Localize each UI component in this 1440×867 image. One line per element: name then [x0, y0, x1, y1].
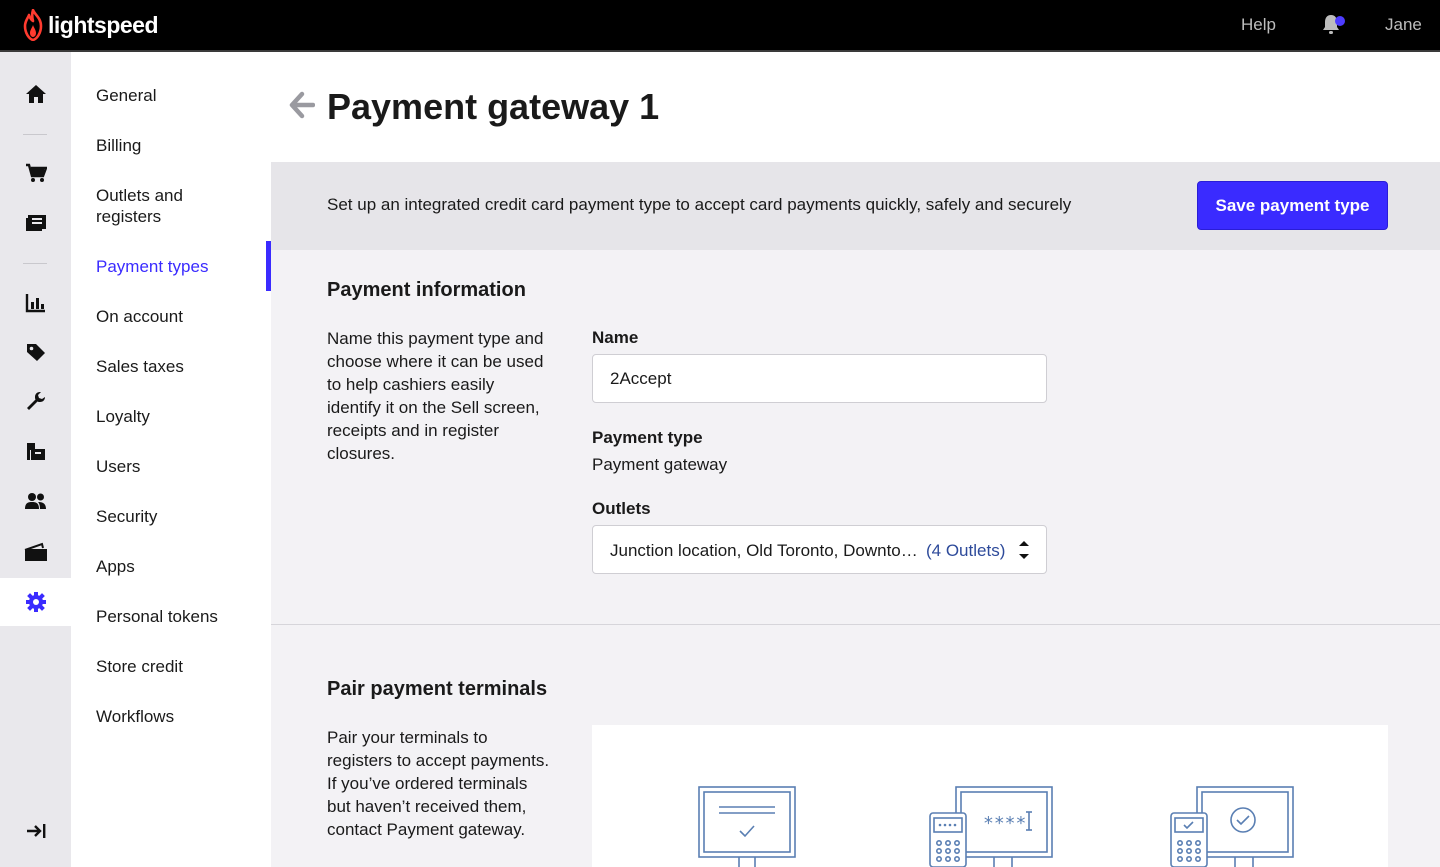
pair-terminals-title: Pair payment terminals	[327, 678, 548, 700]
nav-item-store-credit[interactable]: Store credit	[96, 656, 266, 677]
outlets-count: (4 Outlets)	[926, 541, 1006, 560]
nav-item-general[interactable]: General	[96, 85, 266, 106]
settings-nav: General Billing Outlets and registers Pa…	[71, 52, 271, 867]
action-bar: Set up an integrated credit card payment…	[271, 162, 1440, 250]
rail-reports[interactable]	[0, 279, 71, 327]
user-menu[interactable]: Jane	[1385, 15, 1422, 35]
nav-item-billing[interactable]: Billing	[96, 135, 266, 156]
gear-icon	[25, 592, 46, 612]
card-terminal-check-icon	[1170, 786, 1294, 867]
register-icon	[25, 215, 46, 231]
name-input[interactable]	[592, 354, 1047, 403]
rail-collapse[interactable]	[0, 807, 71, 855]
cart-icon	[25, 163, 47, 182]
name-label: Name	[592, 328, 639, 347]
payment-type-label: Payment type	[592, 428, 703, 447]
save-payment-type-button[interactable]: Save payment type	[1197, 181, 1388, 230]
bell-icon[interactable]	[1321, 13, 1347, 37]
nav-item-security[interactable]: Security	[96, 506, 266, 527]
rail-home[interactable]	[0, 70, 71, 118]
rail-tools[interactable]	[0, 377, 71, 425]
reports-icon	[25, 294, 45, 313]
pair-terminals-description: Pair your terminals to registers to acce…	[327, 728, 550, 839]
page-description: Set up an integrated credit card payment…	[327, 195, 1072, 214]
lightspeed-logo[interactable]: lightspeed	[22, 8, 159, 42]
wallet-icon	[24, 542, 47, 561]
nav-item-users[interactable]: Users	[96, 456, 266, 477]
back-button[interactable]	[289, 90, 316, 125]
top-bar: lightspeed Help Jane	[0, 0, 1440, 52]
nav-item-workflows[interactable]: Workflows	[96, 706, 266, 727]
payment-information-title: Payment information	[327, 279, 526, 301]
nav-item-outlets-and-registers[interactable]: Outlets and registers	[96, 185, 216, 227]
tag-icon	[26, 344, 45, 361]
home-icon	[25, 85, 46, 103]
rail-divider	[23, 263, 47, 264]
rail-products[interactable]	[0, 328, 71, 376]
arrow-left-icon	[289, 91, 316, 119]
section-divider	[271, 624, 1440, 625]
card-terminal-pin-icon: ****	[929, 786, 1053, 867]
nav-item-sales-taxes[interactable]: Sales taxes	[96, 356, 266, 377]
page-header: Payment gateway 1	[271, 52, 1440, 162]
outlets-select[interactable]: Junction location, Old Toronto, Downto… …	[592, 525, 1047, 574]
rail-wallet[interactable]	[0, 528, 71, 576]
notification-dot	[1335, 16, 1345, 26]
nav-item-on-account[interactable]: On account	[96, 306, 266, 327]
rail-customers[interactable]	[0, 477, 71, 525]
nav-item-payment-types[interactable]: Payment types	[96, 256, 266, 277]
icon-rail	[0, 52, 71, 867]
payment-information-description: Name this payment type and choose where …	[327, 329, 544, 463]
register-screen-icon	[698, 786, 796, 867]
rail-inventory[interactable]	[0, 427, 71, 475]
main-content: Payment gateway 1 Set up an integrated c…	[271, 52, 1440, 867]
help-link[interactable]: Help	[1241, 15, 1276, 35]
outlets-label: Outlets	[592, 499, 651, 518]
select-arrows-icon	[1019, 541, 1029, 559]
nav-item-apps[interactable]: Apps	[96, 556, 266, 577]
collapse-sidebar-icon	[26, 824, 45, 838]
terminal-illustrations-panel: ****	[592, 725, 1388, 867]
brand-name: lightspeed	[48, 11, 159, 38]
wrench-icon	[26, 392, 45, 410]
customers-icon	[24, 493, 46, 509]
rail-settings[interactable]	[0, 578, 71, 626]
rail-divider	[23, 134, 47, 135]
nav-item-loyalty[interactable]: Loyalty	[96, 406, 266, 427]
rail-register[interactable]	[0, 199, 71, 247]
rail-sell[interactable]	[0, 149, 71, 197]
pin-text: ****	[983, 813, 1026, 834]
inventory-icon	[26, 443, 45, 460]
payment-type-value: Payment gateway	[592, 455, 728, 474]
nav-item-personal-tokens[interactable]: Personal tokens	[96, 606, 266, 627]
page-title: Payment gateway 1	[327, 86, 660, 127]
flame-icon	[23, 9, 43, 41]
outlets-selected-value: Junction location, Old Toronto, Downto…	[610, 541, 918, 560]
